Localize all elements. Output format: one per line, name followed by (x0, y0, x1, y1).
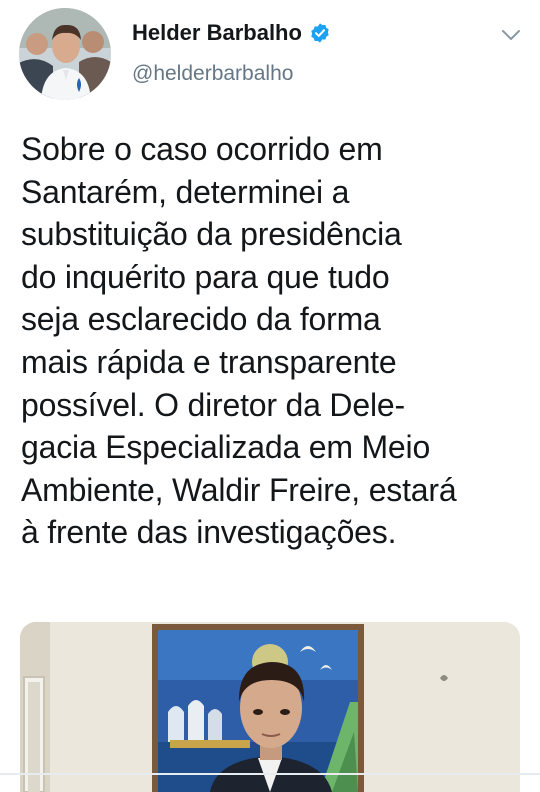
tweet-media-video[interactable] (20, 622, 520, 792)
name-row: Helder Barbalho (132, 20, 331, 46)
tweet-text: Sobre o caso ocorrido em Santarém, deter… (21, 128, 531, 554)
tweet-text-line: gacia Especializada em Meio (21, 429, 431, 466)
tweet-text-line: possível. O diretor da Dele- (21, 386, 405, 423)
tweet-text-line: Ambiente, Waldir Freire, estará (21, 471, 457, 508)
video-thumbnail (20, 622, 520, 792)
avatar[interactable] (19, 8, 111, 100)
display-name[interactable]: Helder Barbalho (132, 20, 302, 46)
chevron-down-icon[interactable] (500, 27, 522, 43)
tweet-text-line: Sobre o caso ocorrido em (21, 131, 383, 167)
tweet: Helder Barbalho @helderbarbalho Sobre o … (0, 0, 540, 792)
divider (0, 773, 540, 775)
verified-badge-icon (309, 22, 331, 44)
tweet-text-line: do inquérito para que tudo (21, 258, 390, 295)
tweet-text-line: seja esclarecido da forma (21, 301, 381, 338)
tweet-text-line: substituição da presidência (21, 216, 402, 253)
user-handle[interactable]: @helderbarbalho (132, 62, 293, 86)
tweet-text-line: Santarém, determinei a (21, 173, 350, 210)
tweet-text-line: mais rápida e transparente (21, 343, 397, 380)
avatar-photo (19, 8, 111, 100)
tweet-text-line: à frente das investigações. (21, 514, 397, 551)
